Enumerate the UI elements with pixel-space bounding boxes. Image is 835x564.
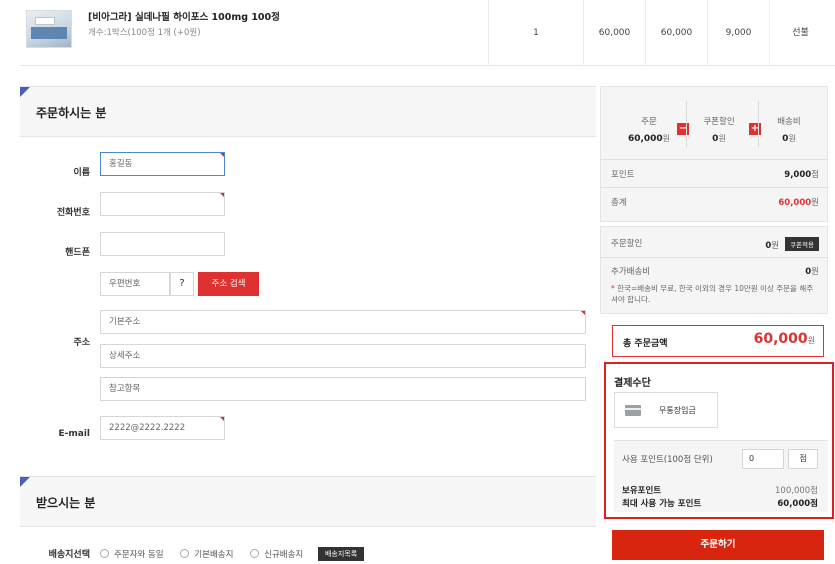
use-points-unit: 점 [788,449,818,469]
section-corner-mark [20,477,30,487]
zipcode-input[interactable]: 우편번호 [100,272,170,296]
max-points-row: 최대 사용 가능 포인트 60,000점 [622,499,818,509]
receiver-section: 받으시는 분 배송지선택 주문자와 동일 기본배송지 신규배송지 배송지목록 [20,476,596,564]
order-discount-row: 주문할인 0원 쿠폰적용 [611,237,819,251]
minus-icon: − [677,123,689,135]
summary-point-row: 포인트 9,000점 [611,170,819,180]
section-corner-mark [20,87,30,97]
summary-divider [601,257,827,258]
email-input[interactable]: 2222@2222.2222 [100,416,225,440]
summary-coupon-value: 0원 [712,134,726,144]
coupon-apply-button[interactable]: 쿠폰적용 [785,237,819,251]
name-label: 이름 [73,168,90,178]
mobile-input[interactable] [100,232,225,256]
discount-box: 주문할인 0원 쿠폰적용 추가배송비 0원 * 한국=배송비 무료, 한국 이외의… [600,226,828,314]
point-usage-area: 사용 포인트(100점 단위) 0 점 보유포인트 100,000점 최대 사용… [614,440,828,512]
product-option: 개수:1박스(100정 1개 (+0원) [88,28,201,38]
mobile-label: 핸드폰 [65,248,90,258]
summary-shipping-label: 배송비 [777,117,801,127]
orderer-section: 주문하시는 분 이름 홍길동 전화번호 핸드폰 우편번호 ? 주소 검색 주소 … [20,86,596,474]
card-icon [625,405,641,416]
payment-title: 결제수단 [614,378,651,389]
summary-shipping-value: 0원 [782,134,796,144]
plus-icon: + [749,123,761,135]
summary-divider [686,101,687,147]
summary-total-row: 총계 60,000원 [611,198,819,208]
summary-order-label: 주문 [641,117,657,127]
place-order-button[interactable]: 주문하기 [612,530,824,560]
payment-method-label: 무통장입금 [659,406,696,415]
orderer-section-title: 주문하시는 분 [36,106,107,120]
thumbnail-label [35,17,55,25]
payment-method-box: 결제수단 무통장입금 사용 포인트(100점 단위) 0 점 보유포인트 100… [604,362,834,519]
ship-option-new[interactable]: 신규배송지 [250,549,303,560]
cart-product-row: [비아그라] 실데나필 하이포스 100mg 100정 개수:1박스(100정 … [20,0,835,66]
ship-option-same[interactable]: 주문자와 동일 [100,549,164,560]
ship-list-button[interactable]: 배송지목록 [317,547,365,561]
product-quantity: 1 [488,0,583,66]
payment-method-bank-transfer[interactable]: 무통장입금 [614,392,718,428]
ship-select-label: 배송지선택 [48,550,90,560]
extra-shipping-row: 추가배송비 0원 [611,267,819,277]
use-points-label: 사용 포인트(100점 단위) [622,455,713,465]
grand-total-box: 총 주문금액 60,000원 [612,325,824,357]
email-label: E-mail [58,429,90,439]
summary-divider [601,187,827,188]
ship-select-options: 주문자와 동일 기본배송지 신규배송지 배송지목록 [100,547,365,561]
product-points: 9,000 [707,0,769,66]
radio-icon[interactable] [250,549,260,558]
zipcode-help-icon[interactable]: ? [170,272,194,296]
radio-icon[interactable] [100,549,109,558]
name-input[interactable]: 홍길동 [100,152,225,176]
grand-total-value: 60,000원 [753,331,815,347]
product-sum: 60,000 [645,0,707,66]
summary-divider [758,101,759,147]
owned-points-row: 보유포인트 100,000점 [622,486,818,496]
product-thumbnail[interactable] [26,10,72,48]
product-shipping: 선불 [769,0,831,66]
summary-order-value: 60,000원 [627,134,671,144]
address-detail-input[interactable]: 상세주소 [100,344,586,368]
address-reference-input[interactable]: 참고항목 [100,377,586,401]
phone-label: 전화번호 [56,208,90,218]
thumbnail-package [31,27,67,39]
use-points-input[interactable]: 0 [742,449,784,469]
address-basic-input[interactable]: 기본주소 [100,310,586,334]
orderer-section-header: 주문하시는 분 [20,87,596,137]
address-search-button[interactable]: 주소 검색 [198,272,259,296]
summary-box: 주문 60,000원 − 쿠폰할인 0원 + 배송비 0원 포인트 9,000점… [600,86,828,222]
ship-option-default[interactable]: 기본배송지 [180,549,233,560]
summary-divider [601,159,827,160]
address-label: 주소 [73,338,90,348]
summary-coupon-label: 쿠폰할인 [703,117,735,127]
product-name[interactable]: [비아그라] 실데나필 하이포스 100mg 100정 [88,9,280,23]
product-price: 60,000 [583,0,645,66]
radio-icon[interactable] [180,549,190,558]
grand-total-label: 총 주문금액 [623,339,668,349]
receiver-section-header: 받으시는 분 [20,477,596,527]
phone-input[interactable] [100,192,225,216]
receiver-section-title: 받으시는 분 [36,496,96,510]
shipping-note: * 한국=배송비 무료, 한국 이외의 경우 10만원 이상 주문을 해주셔야 … [611,284,814,304]
